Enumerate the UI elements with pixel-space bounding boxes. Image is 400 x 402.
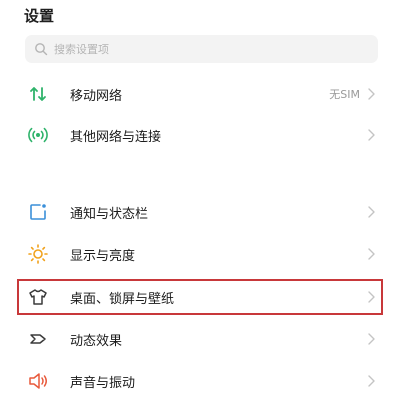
speaker-icon (27, 370, 49, 392)
menu-item-label: 桌面、锁屏与壁纸 (70, 291, 175, 307)
menu-item-label: 显示与亮度 (70, 248, 136, 264)
chevron-right-icon (368, 333, 375, 345)
menu-item-desktop-lockscreen-wallpaper[interactable]: 桌面、锁屏与壁纸 (0, 276, 400, 318)
search-bar[interactable]: 搜索设置项 (25, 35, 378, 63)
notification-icon (27, 201, 49, 223)
chevron-right-icon (368, 248, 375, 260)
menu-item-other-networks[interactable]: 其他网络与连接 (0, 114, 400, 156)
menu-item-label: 移动网络 (70, 88, 123, 104)
wireless-signal-icon (27, 124, 49, 146)
search-icon (35, 43, 48, 56)
dynamic-effect-icon (27, 328, 49, 350)
menu-item-label: 声音与振动 (70, 375, 136, 391)
menu-item-label: 通知与状态栏 (70, 206, 149, 222)
menu-item-sound-vibration[interactable]: 声音与振动 (0, 360, 400, 402)
mobile-data-icon (27, 83, 49, 105)
brightness-icon (27, 243, 49, 265)
menu-item-notifications[interactable]: 通知与状态栏 (0, 191, 400, 233)
page-title: 设置 (24, 7, 55, 25)
menu-item-display-brightness[interactable]: 显示与亮度 (0, 233, 400, 275)
menu-item-mobile-network[interactable]: 移动网络 无SIM (0, 73, 400, 115)
chevron-right-icon (368, 375, 375, 387)
chevron-right-icon (368, 206, 375, 218)
search-input[interactable]: 搜索设置项 (54, 41, 109, 57)
menu-item-label: 动态效果 (70, 333, 123, 349)
chevron-right-icon (368, 88, 375, 100)
chevron-right-icon (368, 291, 375, 303)
tshirt-icon (27, 286, 49, 308)
menu-item-dynamic-effects[interactable]: 动态效果 (0, 318, 400, 360)
menu-item-label: 其他网络与连接 (70, 129, 162, 145)
chevron-right-icon (368, 129, 375, 141)
menu-item-value: 无SIM (329, 88, 360, 101)
